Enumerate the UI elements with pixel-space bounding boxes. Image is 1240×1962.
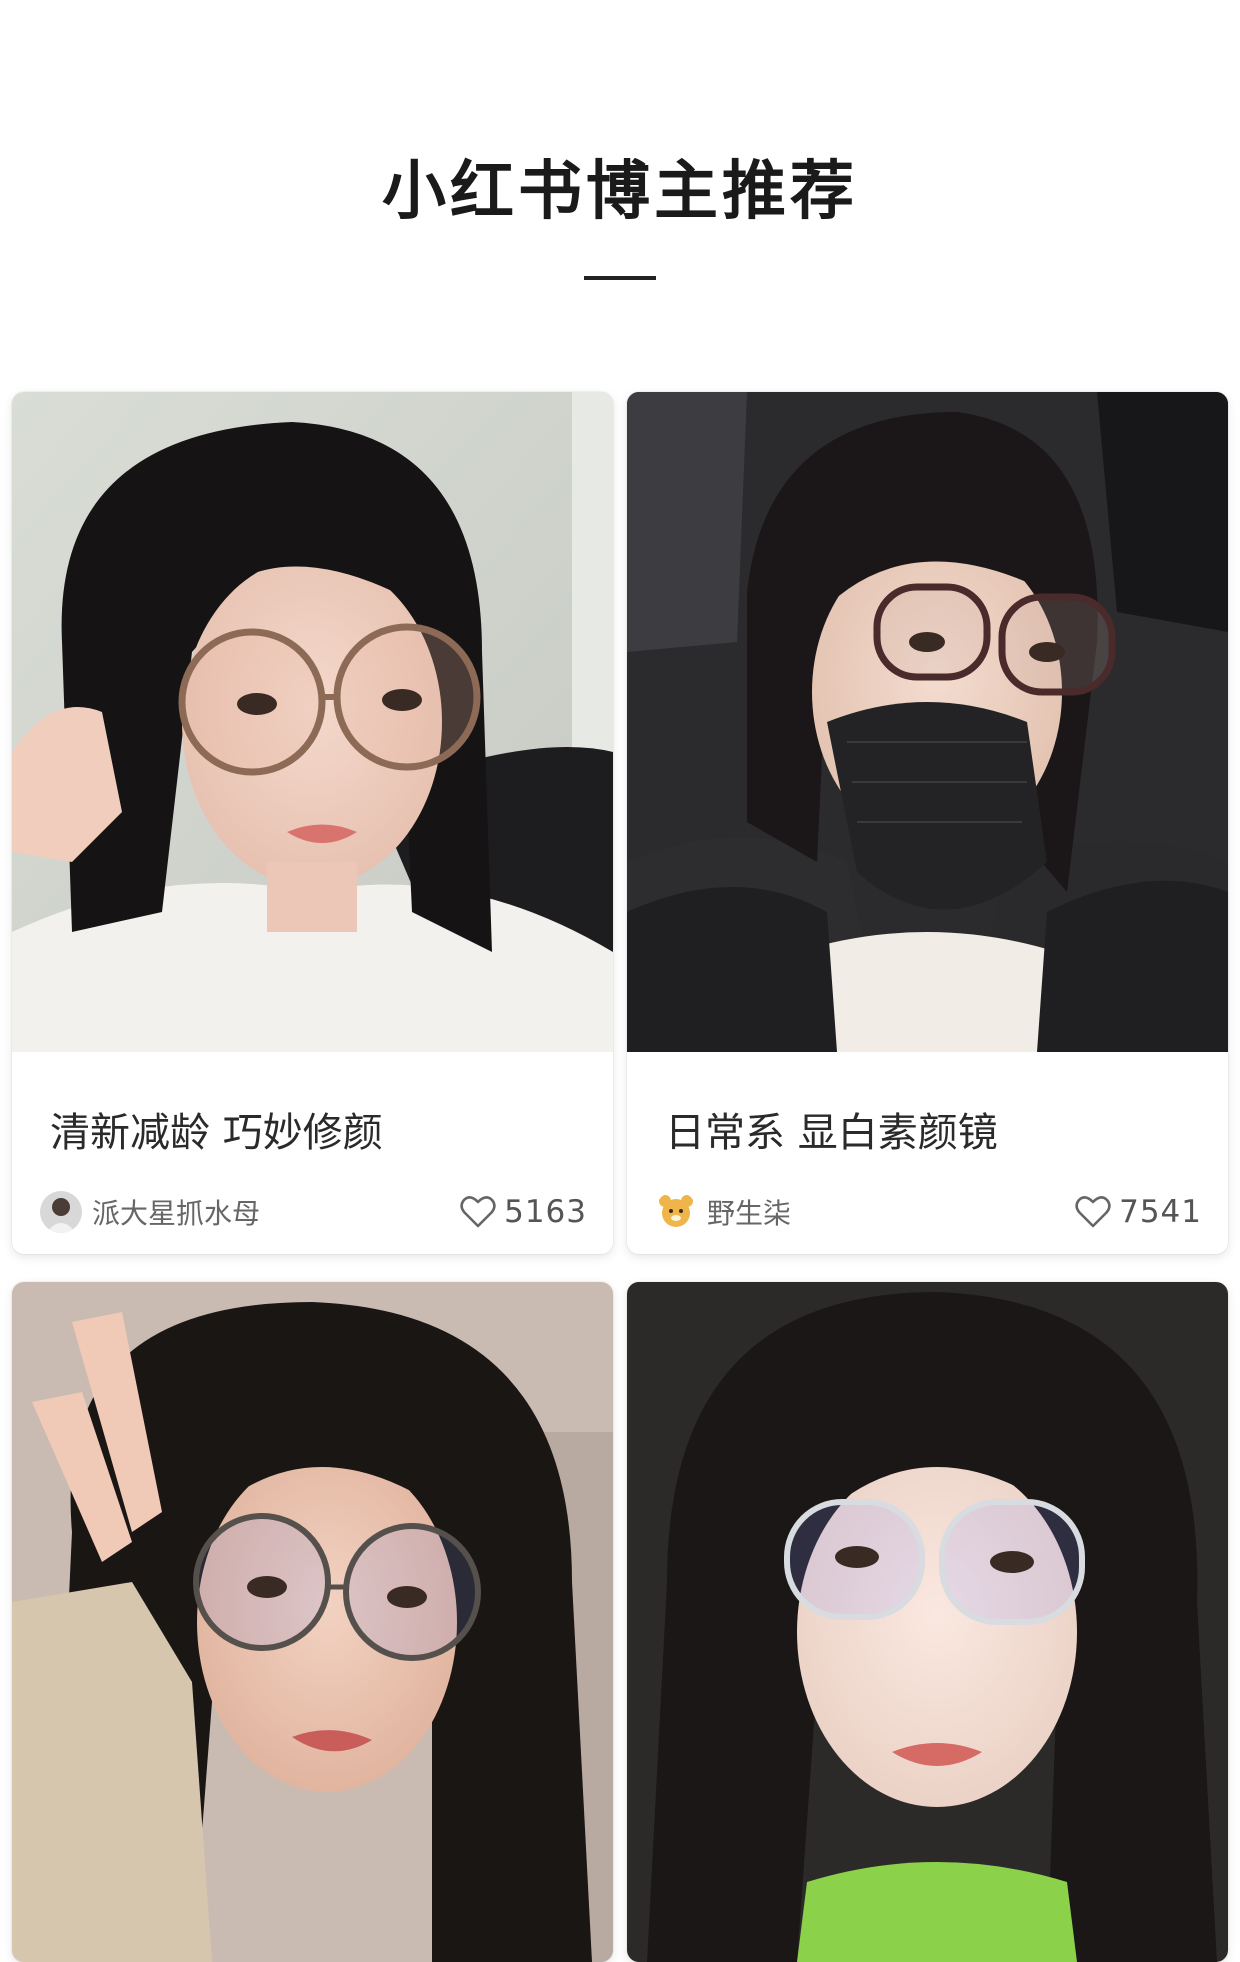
post-card-4[interactable] xyxy=(627,1282,1228,1962)
like-count: 7541 xyxy=(1119,1194,1202,1230)
post-caption: 日常系 显白素颜镜 xyxy=(665,1110,998,1156)
post-card-2[interactable]: 日常系 显白素颜镜 野生柒 7541 xyxy=(627,392,1228,1254)
title-underline xyxy=(584,276,656,280)
post-card-1[interactable]: 清新减龄 巧妙修颜 派大星抓水母 5163 xyxy=(12,392,613,1254)
post-photo-1[interactable] xyxy=(12,392,613,1052)
section-title: 小红书博主推荐 xyxy=(382,155,858,229)
like-button[interactable]: 7541 xyxy=(1075,1188,1202,1236)
avatar-cartoon-icon[interactable] xyxy=(655,1191,697,1233)
heart-outline-icon[interactable] xyxy=(1075,1195,1111,1229)
post-caption: 清新减龄 巧妙修颜 xyxy=(50,1110,383,1156)
post-photo-4[interactable] xyxy=(627,1282,1228,1962)
heart-outline-icon[interactable] xyxy=(460,1195,496,1229)
avatar-photo-icon[interactable] xyxy=(40,1191,82,1233)
post-photo-2[interactable] xyxy=(627,392,1228,1052)
author-info[interactable]: 野生柒 xyxy=(655,1188,791,1236)
like-button[interactable]: 5163 xyxy=(460,1188,587,1236)
author-info[interactable]: 派大星抓水母 xyxy=(40,1188,260,1236)
author-name[interactable]: 派大星抓水母 xyxy=(92,1192,260,1232)
section-header: 小红书博主推荐 xyxy=(0,0,1240,340)
like-count: 5163 xyxy=(504,1194,587,1230)
post-card-3[interactable] xyxy=(12,1282,613,1962)
post-photo-3[interactable] xyxy=(12,1282,613,1962)
author-name[interactable]: 野生柒 xyxy=(707,1192,791,1232)
